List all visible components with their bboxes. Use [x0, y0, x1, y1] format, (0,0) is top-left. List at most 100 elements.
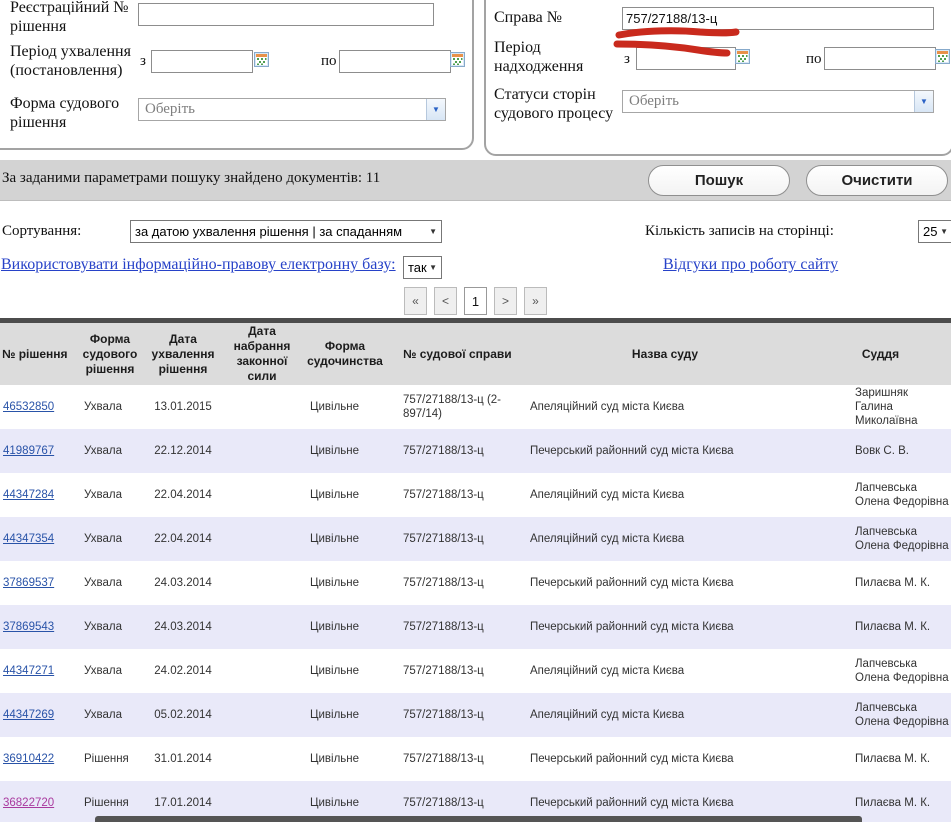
pagination-next-button[interactable]: >: [494, 287, 517, 315]
clear-button[interactable]: Очистити: [806, 165, 948, 196]
court-name-cell: Апеляційний суд міста Києва: [520, 649, 810, 693]
feedback-link[interactable]: Відгуки про роботу сайту: [663, 256, 838, 274]
decision-link[interactable]: 36822720: [3, 797, 54, 809]
pagination-page-1[interactable]: 1: [464, 287, 487, 315]
legal-force-date-cell: [224, 473, 300, 517]
results-table: № рішення Форма судового рішення Дата ух…: [0, 318, 951, 822]
legal-force-date-cell: [224, 737, 300, 781]
case-number-cell: 757/27188/13-ц: [390, 649, 520, 693]
court-name-cell: Апеляційний суд міста Києва: [520, 693, 810, 737]
pagination-first-button[interactable]: «: [404, 287, 427, 315]
pagination: « < 1 > »: [0, 287, 951, 315]
legal-base-link[interactable]: Використовувати інформаційно-правову еле…: [1, 256, 396, 274]
decision-number-cell: 36910422: [0, 737, 78, 781]
decision-number-cell: 41989767: [0, 429, 78, 473]
decision-form-cell: Ухвала: [78, 517, 142, 561]
decision-date-cell: 24.02.2014: [142, 649, 224, 693]
pagination-prev-button[interactable]: <: [434, 287, 457, 315]
decision-number-cell: 44347269: [0, 693, 78, 737]
decision-form-cell: Ухвала: [78, 693, 142, 737]
case-number-input[interactable]: [622, 7, 934, 30]
decision-link[interactable]: 44347284: [3, 489, 54, 501]
receive-period-from-input[interactable]: [636, 47, 736, 70]
header-decision-date: Дата ухвалення рішення: [142, 321, 224, 386]
page-size-label: Кількість записів на сторінці:: [645, 223, 834, 240]
case-number-cell: 757/27188/13-ц: [390, 693, 520, 737]
sort-select-value: за датою ухвалення рішення | за спадання…: [131, 224, 427, 239]
judge-cell: Лапчевська Олена Федорівна: [810, 649, 951, 693]
reg-number-input[interactable]: [138, 3, 434, 26]
header-judge: Суддя: [810, 321, 951, 386]
court-name-cell: Апеляційний суд міста Києва: [520, 385, 810, 429]
judge-cell: Заришняк Галина Миколаївна: [810, 385, 951, 429]
proceeding-form-cell: Цивільне: [300, 693, 390, 737]
decision-period-to-input[interactable]: [339, 50, 451, 73]
legal-force-date-cell: [224, 649, 300, 693]
decision-link[interactable]: 46532850: [3, 401, 54, 413]
court-registry-search-page: Реєстраційний № рішення Період ухвалення…: [0, 0, 951, 822]
calendar-icon[interactable]: [935, 49, 950, 64]
decision-form-cell: Ухвала: [78, 561, 142, 605]
page-size-select[interactable]: 25 ▼: [918, 220, 951, 243]
sort-label: Сортування:: [2, 223, 81, 240]
search-button[interactable]: Пошук: [648, 165, 790, 196]
case-number-cell: 757/27188/13-ц: [390, 605, 520, 649]
decision-date-cell: 24.03.2014: [142, 605, 224, 649]
decision-link[interactable]: 41989767: [3, 445, 54, 457]
decision-form-cell: Ухвала: [78, 473, 142, 517]
calendar-icon[interactable]: [450, 52, 465, 67]
decision-date-cell: 24.03.2014: [142, 561, 224, 605]
header-legal-force-date: Дата набрання законної сили: [224, 321, 300, 386]
decision-date-cell: 22.04.2014: [142, 473, 224, 517]
decision-link[interactable]: 44347269: [3, 709, 54, 721]
legal-force-date-cell: [224, 693, 300, 737]
table-row: 44347284 Ухвала 22.04.2014 Цивільне 757/…: [0, 473, 951, 517]
judge-cell: Лапчевська Олена Федорівна: [810, 693, 951, 737]
court-name-cell: Печерський районний суд міста Києва: [520, 429, 810, 473]
legal-base-select-value: так: [404, 260, 427, 275]
party-status-select[interactable]: Оберіть ▼: [622, 90, 934, 113]
decision-form-cell: Рішення: [78, 737, 142, 781]
calendar-icon[interactable]: [735, 49, 750, 64]
chevron-down-icon: ▼: [427, 263, 441, 272]
case-number-label: Справа №: [494, 8, 614, 27]
decision-number-cell: 37869543: [0, 605, 78, 649]
from-label: з: [140, 53, 146, 70]
decision-link[interactable]: 37869537: [3, 577, 54, 589]
sort-select[interactable]: за датою ухвалення рішення | за спадання…: [130, 220, 442, 243]
decision-date-cell: 22.12.2014: [142, 429, 224, 473]
header-decision-form: Форма судового рішення: [78, 321, 142, 386]
decision-link[interactable]: 36910422: [3, 753, 54, 765]
legal-force-date-cell: [224, 385, 300, 429]
header-decision-number: № рішення: [0, 321, 78, 386]
case-number-cell: 757/27188/13-ц: [390, 737, 520, 781]
decision-number-cell: 44347271: [0, 649, 78, 693]
table-row: 44347354 Ухвала 22.04.2014 Цивільне 757/…: [0, 517, 951, 561]
chevron-down-icon[interactable]: ▼: [426, 99, 445, 120]
case-number-cell: 757/27188/13-ц: [390, 517, 520, 561]
decision-period-from-input[interactable]: [151, 50, 253, 73]
pagination-last-button[interactable]: »: [524, 287, 547, 315]
decision-date-cell: 31.01.2014: [142, 737, 224, 781]
decision-link[interactable]: 37869543: [3, 621, 54, 633]
decision-number-cell: 44347354: [0, 517, 78, 561]
decision-link[interactable]: 44347271: [3, 665, 54, 677]
decision-form-select[interactable]: Оберіть ▼: [138, 98, 446, 121]
proceeding-form-cell: Цивільне: [300, 385, 390, 429]
receive-period-label: Період надходження: [494, 38, 614, 76]
legal-base-select[interactable]: так ▼: [403, 256, 442, 279]
search-panel-decision: Реєстраційний № рішення Період ухвалення…: [0, 0, 474, 150]
decision-number-cell: 46532850: [0, 385, 78, 429]
party-status-label: Статуси сторін судового процесу: [494, 85, 632, 123]
court-name-cell: Печерський районний суд міста Києва: [520, 561, 810, 605]
proceeding-form-cell: Цивільне: [300, 649, 390, 693]
receive-period-to-input[interactable]: [824, 47, 936, 70]
decision-form-select-value: Оберіть: [139, 101, 426, 118]
decision-form-cell: Ухвала: [78, 385, 142, 429]
judge-cell: Пилаєва М. К.: [810, 561, 951, 605]
legal-force-date-cell: [224, 605, 300, 649]
chevron-down-icon[interactable]: ▼: [914, 91, 933, 112]
decision-link[interactable]: 44347354: [3, 533, 54, 545]
calendar-icon[interactable]: [254, 52, 269, 67]
proceeding-form-cell: Цивільне: [300, 429, 390, 473]
